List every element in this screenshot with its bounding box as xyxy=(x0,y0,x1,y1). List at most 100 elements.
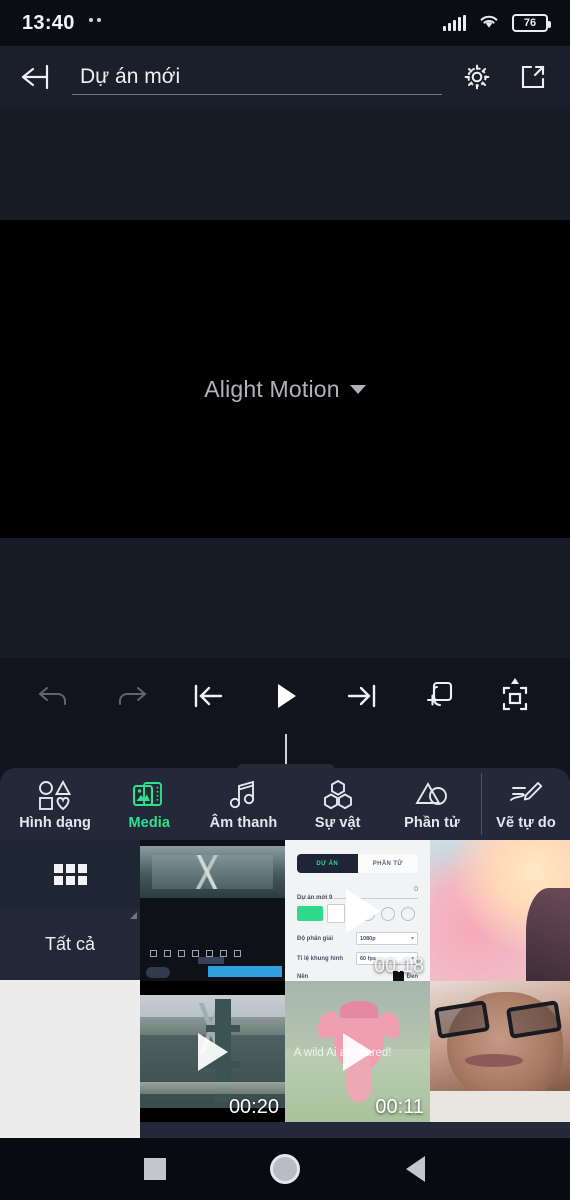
play-icon[interactable] xyxy=(258,669,312,723)
recents-square-icon[interactable] xyxy=(129,1143,181,1195)
media-browser: Tất cả DỰ ÁN PHẦN TỬ Dự án mới 9 0 Độ ph… xyxy=(0,840,570,1138)
filter-all-label: Tất cả xyxy=(44,933,96,954)
thumb-aspect-box xyxy=(327,904,345,923)
signal-bars-icon xyxy=(443,15,466,31)
tab-label: Hình dạng xyxy=(19,814,91,831)
thumb-shirt xyxy=(430,1090,570,1122)
skip-to-end-icon[interactable] xyxy=(335,669,389,723)
thumb-video-frame xyxy=(140,846,285,898)
thumb-circle-2 xyxy=(381,907,395,921)
thumb-tab-project-label: DỰ ÁN xyxy=(316,860,339,867)
media-duration: 00:18 xyxy=(373,955,424,977)
thumb-tab-element: PHẦN TỬ xyxy=(358,854,419,873)
thumb-green-swatch xyxy=(297,906,323,921)
shapes-icon xyxy=(36,778,74,812)
media-duration: 00:11 xyxy=(375,1096,424,1118)
thumb-lips xyxy=(464,1054,523,1067)
preview-canvas[interactable]: Alight Motion xyxy=(0,220,570,538)
filter-all-button[interactable]: Tất cả xyxy=(0,908,140,980)
elements-icon xyxy=(413,778,451,812)
tab-audio[interactable]: Âm thanh xyxy=(196,778,290,831)
media-tile-screen-recording-bridge-editor[interactable] xyxy=(140,840,285,981)
media-stack-icon xyxy=(130,778,168,812)
thumb-bridge-deck xyxy=(140,1082,285,1094)
playhead-line[interactable] xyxy=(285,734,287,766)
sheet-tab-bar: Hình dạng Media Âm thanh Sự vật Phần tử … xyxy=(0,768,570,840)
tab-objects[interactable]: Sự vật xyxy=(291,778,385,831)
playback-toolbar xyxy=(0,658,570,734)
watermark[interactable]: Alight Motion xyxy=(204,240,366,538)
skip-to-start-icon[interactable] xyxy=(181,669,235,723)
grid-view-icon[interactable] xyxy=(0,840,140,908)
gear-icon[interactable] xyxy=(456,56,498,98)
thumb-resolution-label: Độ phân giải xyxy=(297,935,333,942)
battery-level: 76 xyxy=(523,16,537,29)
thumb-name-count: 0 xyxy=(414,886,418,893)
thumb-glasses xyxy=(433,999,563,1039)
tab-freehand[interactable]: Vẽ tự do xyxy=(482,778,570,831)
play-icon xyxy=(197,1032,228,1071)
thumb-timecode-pill xyxy=(198,957,224,964)
back-arrow-icon[interactable] xyxy=(16,56,58,98)
thumb-tab-element-label: PHẦN TỬ xyxy=(372,860,403,867)
fit-frame-icon[interactable] xyxy=(488,669,542,723)
redo-icon[interactable] xyxy=(104,669,158,723)
media-tile-pokemon-encounter-video[interactable]: A wild Ai appeared! 00:11 xyxy=(285,981,430,1122)
thumb-resolution-select: 1080p ▾ xyxy=(356,932,418,945)
thumb-creature-cap xyxy=(340,1000,378,1018)
thumb-resolution-value: 1080p xyxy=(360,935,376,942)
tab-label: Media xyxy=(128,814,171,831)
play-icon xyxy=(342,1032,373,1071)
android-navigation-bar xyxy=(0,1138,570,1200)
thumb-resolution-row: Độ phân giải 1080p ▾ xyxy=(297,932,418,945)
thumb-background-label: Nền xyxy=(297,973,309,980)
media-tile-bridge-video[interactable]: 00:20 xyxy=(140,981,285,1122)
status-time: 13:40 xyxy=(22,11,75,34)
media-tile-selfie-photo[interactable] xyxy=(430,981,570,1122)
media-left-column: Tất cả xyxy=(0,840,140,1138)
music-note-icon xyxy=(225,778,263,812)
wifi-icon xyxy=(477,12,501,35)
freehand-pencil-icon xyxy=(507,778,545,812)
thumb-visibility-toggle xyxy=(146,967,170,978)
media-tile-project-settings-recording[interactable]: DỰ ÁN PHẦN TỬ Dự án mới 9 0 Độ phân giải… xyxy=(285,840,430,981)
add-layer-icon[interactable] xyxy=(412,669,466,723)
tab-elements[interactable]: Phần tử xyxy=(385,778,479,831)
media-tile-pink-pastel-artwork[interactable] xyxy=(430,840,570,981)
tab-shapes[interactable]: Hình dạng xyxy=(8,778,102,831)
project-header xyxy=(0,46,570,108)
thumb-circle-3 xyxy=(401,907,415,921)
tab-label: Sự vật xyxy=(314,814,361,831)
grid-glyph xyxy=(53,863,87,885)
chevron-down-icon[interactable] xyxy=(349,384,366,394)
stage-top-padding xyxy=(0,108,570,220)
back-triangle-icon[interactable] xyxy=(389,1143,441,1195)
thumb-clip-bar xyxy=(208,966,282,977)
letterbox-top xyxy=(140,981,285,995)
tab-label: Âm thanh xyxy=(209,814,278,831)
tab-label: Vẽ tự do xyxy=(496,814,556,831)
tab-label: Phần tử xyxy=(404,814,460,831)
thumb-framerate-label: Tỉ lệ khung hình xyxy=(297,955,343,962)
thumb-tab-project: DỰ ÁN xyxy=(297,854,358,873)
media-duration: 00:20 xyxy=(228,1096,279,1118)
play-icon xyxy=(346,888,381,933)
thumb-name-value: Dự án mới 9 xyxy=(297,895,333,901)
home-circle-icon[interactable] xyxy=(259,1143,311,1195)
battery-icon: 76 xyxy=(512,14,551,32)
stage-bottom-padding xyxy=(0,538,570,658)
sheet-tabs-main: Hình dạng Media Âm thanh Sự vật Phần tử xyxy=(0,778,479,831)
export-icon[interactable] xyxy=(512,56,554,98)
media-tile-blank[interactable] xyxy=(0,980,140,1138)
media-picker-sheet: Hình dạng Media Âm thanh Sự vật Phần tử … xyxy=(0,768,570,1138)
objects-hex-icon xyxy=(319,778,357,812)
status-bar: 13:40 76 xyxy=(0,0,570,46)
undo-icon[interactable] xyxy=(27,669,81,723)
thumb-dialog-tabs: DỰ ÁN PHẦN TỬ xyxy=(297,854,418,873)
project-title-input[interactable] xyxy=(80,65,442,89)
project-title-field[interactable] xyxy=(72,65,442,95)
status-notification-dots xyxy=(88,18,101,28)
tab-media[interactable]: Media xyxy=(102,778,196,831)
watermark-label: Alight Motion xyxy=(204,375,340,402)
status-indicators: 76 xyxy=(443,12,551,35)
